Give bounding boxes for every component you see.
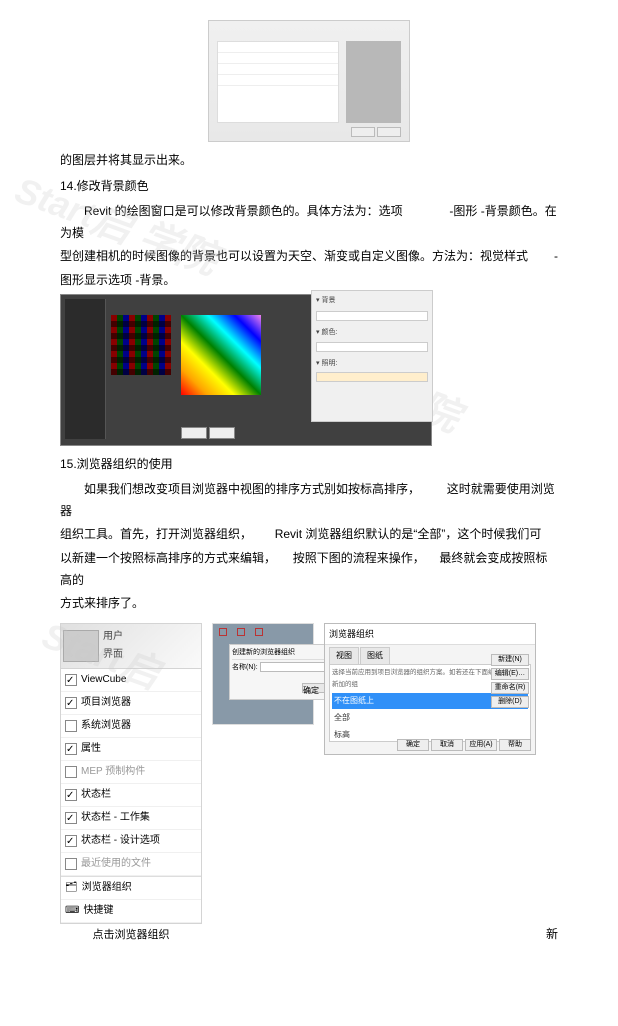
checkbox-label: ViewCube [81, 671, 126, 689]
body-text: Revit 的绘图窗口是可以修改背景颜色的。具体方法为：选项 -图形 -背景颜色… [60, 201, 558, 244]
checkbox-row[interactable]: ViewCube [61, 669, 201, 692]
checkbox-label: 状态栏 - 工作集 [81, 809, 150, 827]
apply-button[interactable]: 应用(A) [465, 739, 497, 751]
ok-button[interactable]: 确定 [397, 739, 429, 751]
body-text: 组织工具。首先，打开浏览器组织， Revit 浏览器组织默认的是“全部”，这个时… [60, 524, 558, 546]
panel-type-label: 用户 [103, 628, 123, 646]
tab-sheets[interactable]: 图纸 [360, 647, 390, 664]
checkbox-label: MEP 预制构件 [81, 763, 145, 781]
plan-screenshot: 创建新的浏览器组织 名称(N): 确定 取消 [212, 623, 314, 725]
body-text: 的图层并将其显示出来。 [60, 150, 558, 172]
checkbox-label: 项目浏览器 [81, 694, 131, 712]
heading-15: 15.浏览器组织的使用 [60, 454, 558, 476]
checkbox-row[interactable]: MEP 预制构件 [61, 761, 201, 784]
tab-views[interactable]: 视图 [329, 647, 359, 664]
help-button[interactable]: 帮助 [499, 739, 531, 751]
edit-button[interactable]: 编辑(E)… [491, 668, 529, 680]
list-item[interactable]: 全部 [332, 710, 528, 726]
dialog-options-panel: ▾ 背景 ▾ 颜色: ▾ 照明: [311, 290, 433, 422]
options-icon: 🗂 [65, 879, 78, 897]
body-text: 型创建相机的时候图像的背景也可以设置为天空、渐变或自定义图像。方法为：视觉样式 … [60, 246, 558, 268]
heading-14: 14.修改背景颜色 [60, 176, 558, 198]
delete-button[interactable]: 删除(D) [491, 696, 529, 708]
dialog-title: 浏览器组织 [325, 624, 535, 645]
browser-org-dialog: 浏览器组织 视图 图纸 选择当前应用到项目浏览器的组织方案。如若还在下面编辑此组… [324, 623, 536, 755]
panel-caption: 点击浏览器组织 [60, 926, 202, 946]
panel-type-label: 界面 [103, 646, 123, 664]
checkbox-row[interactable]: 状态栏 - 设计选项 [61, 830, 201, 853]
trailing-word: 新 [546, 924, 558, 946]
color-swatches [111, 315, 171, 375]
checkbox-row[interactable]: 状态栏 [61, 784, 201, 807]
checkbox-row[interactable]: 项目浏览器 [61, 692, 201, 715]
body-text: 图形显示选项 -背景。 [60, 270, 558, 292]
rename-button[interactable]: 重命名(R) [491, 682, 529, 694]
dialog-screenshot-2: ▾ 背景 ▾ 颜色: ▾ 照明: [60, 294, 432, 446]
dialog-screenshot-1 [208, 20, 410, 142]
checkbox[interactable] [65, 743, 77, 755]
keyboard-icon: ⌨ [65, 902, 79, 920]
checkbox-row[interactable]: 状态栏 - 工作集 [61, 807, 201, 830]
body-text: 如果我们想改变项目浏览器中视图的排序方式别如按标高排序， 这时就需要使用浏览器 [60, 479, 558, 522]
footer-link[interactable]: 浏览器组织 [82, 879, 132, 897]
properties-panel: 用户 界面 ViewCube 项目浏览器系统浏览器属性 MEP 预制构件状态栏状态栏… [60, 623, 202, 924]
name-label: 名称(N): [232, 662, 258, 675]
checkbox[interactable] [65, 697, 77, 709]
body-text: 方式来排序了。 [60, 593, 558, 615]
checkbox-label: 属性 [81, 740, 101, 758]
checkbox[interactable] [65, 720, 77, 732]
checkbox-row[interactable]: 最近使用的文件 [61, 853, 201, 876]
footer-link[interactable]: 快捷键 [83, 902, 113, 920]
checkbox[interactable] [65, 766, 77, 778]
checkbox-row[interactable]: 属性 [61, 738, 201, 761]
checkbox-label: 最近使用的文件 [81, 855, 151, 873]
checkbox[interactable] [65, 812, 77, 824]
panel-thumb-icon [63, 630, 99, 662]
checkbox[interactable] [65, 789, 77, 801]
checkbox-row[interactable]: 系统浏览器 [61, 715, 201, 738]
color-gradient [181, 315, 261, 395]
cancel-button[interactable]: 取消 [431, 739, 463, 751]
checkbox[interactable] [65, 674, 77, 686]
checkbox[interactable] [65, 835, 77, 847]
body-text: 以新建一个按照标高排序的方式来编辑， 按照下图的流程来操作， 最终就会变成按照标… [60, 548, 558, 591]
checkbox-label: 状态栏 [81, 786, 111, 804]
ok-button[interactable]: 确定 [302, 683, 326, 693]
new-button[interactable]: 新建(N) [491, 654, 529, 666]
checkbox[interactable] [65, 858, 77, 870]
checkbox-label: 系统浏览器 [81, 717, 131, 735]
checkbox-label: 状态栏 - 设计选项 [81, 832, 160, 850]
